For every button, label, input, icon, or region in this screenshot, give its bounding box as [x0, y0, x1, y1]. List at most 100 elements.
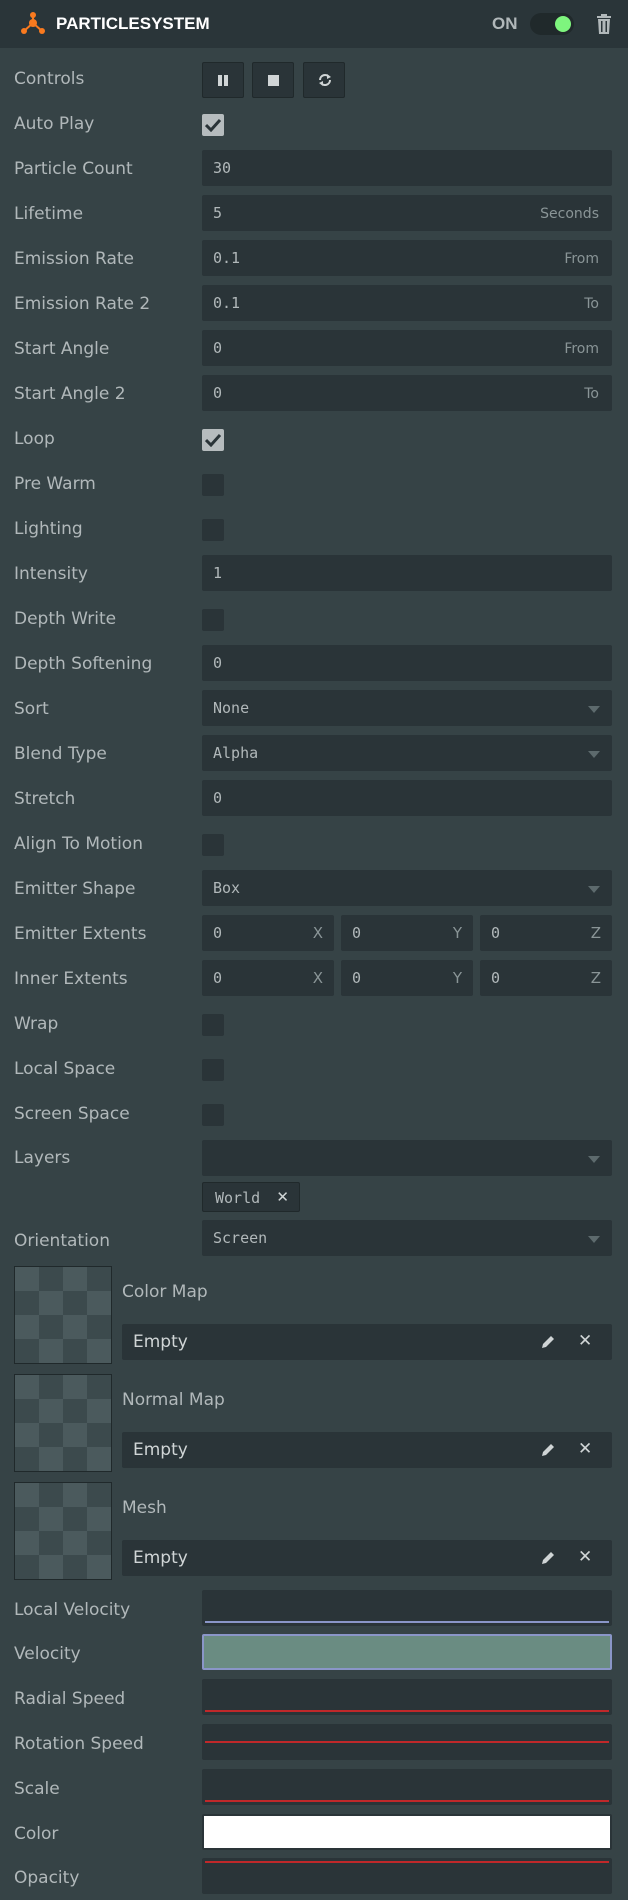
asset-name: Normal Map [122, 1390, 225, 1410]
lifetime-row: Lifetime 5 Seconds [0, 195, 628, 231]
asset-mesh: Mesh Empty ✕ [0, 1482, 628, 1582]
depth-softening-input[interactable]: 0 [202, 645, 612, 681]
emitter-shape-select[interactable]: Box [202, 870, 612, 906]
enable-toggle[interactable] [530, 13, 574, 35]
blend-type-select[interactable]: Alpha [202, 735, 612, 771]
layer-tag-label: World [215, 1189, 261, 1207]
mesh-picker[interactable]: Empty ✕ [122, 1540, 612, 1576]
orientation-select[interactable]: Screen [202, 1220, 612, 1256]
inner-extents-x-input[interactable]: 0X [202, 960, 334, 996]
blend-type-value: Alpha [213, 744, 259, 762]
velocity-label: Velocity [14, 1644, 81, 1664]
normal-map-thumbnail[interactable] [14, 1374, 112, 1472]
orientation-label: Orientation [14, 1231, 110, 1251]
blend-type-label: Blend Type [14, 744, 107, 764]
wrap-checkbox[interactable] [202, 1014, 224, 1036]
opacity-curve[interactable] [202, 1858, 612, 1894]
layer-tag-world: World ✕ [202, 1182, 300, 1212]
normal-map-picker[interactable]: Empty ✕ [122, 1432, 612, 1468]
emitter-extents-x-input[interactable]: 0X [202, 915, 334, 951]
inner-extents-label: Inner Extents [14, 969, 128, 989]
local-velocity-curve[interactable] [202, 1590, 612, 1626]
pre-warm-row: Pre Warm [0, 469, 628, 499]
emitter-extents-y-input[interactable]: 0Y [341, 915, 473, 951]
local-space-checkbox[interactable] [202, 1059, 224, 1081]
close-icon[interactable]: ✕ [578, 1331, 592, 1351]
controls-row: Controls [0, 60, 628, 100]
close-icon[interactable]: ✕ [276, 1188, 289, 1206]
emission-rate-input[interactable]: 0.1 From [202, 240, 612, 276]
local-space-row: Local Space [0, 1054, 628, 1084]
rotation-speed-curve[interactable] [202, 1724, 612, 1760]
lifetime-label: Lifetime [14, 204, 84, 224]
emission-rate2-input[interactable]: 0.1 To [202, 285, 612, 321]
mesh-thumbnail[interactable] [14, 1482, 112, 1580]
color-gradient[interactable] [202, 1814, 612, 1850]
start-angle2-value: 0 [213, 384, 223, 402]
intensity-row: Intensity 1 [0, 555, 628, 591]
rotation-speed-label: Rotation Speed [14, 1734, 144, 1754]
opacity-label: Opacity [14, 1868, 80, 1888]
pencil-icon[interactable] [540, 1442, 556, 1458]
screen-space-row: Screen Space [0, 1099, 628, 1129]
trash-icon[interactable] [596, 14, 612, 34]
chevron-down-icon [588, 1236, 600, 1243]
inner-extents-z-input[interactable]: 0Z [480, 960, 612, 996]
align-to-motion-checkbox[interactable] [202, 834, 224, 856]
color-map-thumbnail[interactable] [14, 1266, 112, 1364]
stretch-value: 0 [213, 789, 223, 807]
scale-label: Scale [14, 1779, 60, 1799]
y-axis-label: Y [452, 924, 462, 942]
inner-extents-row: Inner Extents 0X 0Y 0Z [0, 960, 628, 996]
stretch-label: Stretch [14, 789, 76, 809]
depth-write-checkbox[interactable] [202, 609, 224, 631]
intensity-input[interactable]: 1 [202, 555, 612, 591]
emitter-extents-z-input[interactable]: 0Z [480, 915, 612, 951]
screen-space-checkbox[interactable] [202, 1104, 224, 1126]
sort-select[interactable]: None [202, 690, 612, 726]
layers-select[interactable] [202, 1140, 612, 1176]
close-icon[interactable]: ✕ [578, 1547, 592, 1567]
panel-title: PARTICLESYSTEM [56, 14, 210, 33]
asset-name: Mesh [122, 1498, 167, 1518]
color-label: Color [14, 1824, 59, 1844]
pencil-icon[interactable] [540, 1550, 556, 1566]
emission-rate2-label: Emission Rate 2 [14, 294, 151, 314]
chevron-down-icon [588, 751, 600, 758]
check-icon [205, 118, 221, 132]
close-icon[interactable]: ✕ [578, 1439, 592, 1459]
emission-rate-label: Emission Rate [14, 249, 135, 269]
lifetime-input[interactable]: 5 Seconds [202, 195, 612, 231]
velocity-curve[interactable] [202, 1634, 612, 1670]
inner-extents-y-input[interactable]: 0Y [341, 960, 473, 996]
intensity-label: Intensity [14, 564, 88, 584]
radial-speed-curve[interactable] [202, 1679, 612, 1715]
asset-normal-map: Normal Map Empty ✕ [0, 1374, 628, 1474]
pencil-icon[interactable] [540, 1334, 556, 1350]
y-value: 0 [352, 924, 362, 942]
lighting-checkbox[interactable] [202, 519, 224, 541]
emission-rate-row: Emission Rate 0.1 From [0, 240, 628, 276]
pause-button[interactable] [202, 62, 244, 98]
y-axis-label: Y [452, 969, 462, 987]
stretch-input[interactable]: 0 [202, 780, 612, 816]
chevron-down-icon [588, 886, 600, 893]
color-map-picker[interactable]: Empty ✕ [122, 1324, 612, 1360]
radial-speed-label: Radial Speed [14, 1689, 126, 1709]
stop-button[interactable] [252, 62, 294, 98]
check-icon [205, 433, 221, 447]
blend-type-row: Blend Type Alpha [0, 735, 628, 771]
curve-line [205, 1861, 609, 1863]
local-velocity-label: Local Velocity [14, 1600, 131, 1620]
particle-count-input[interactable]: 30 [202, 150, 612, 186]
emitter-extents-row: Emitter Extents 0X 0Y 0Z [0, 915, 628, 951]
loop-checkbox[interactable] [202, 429, 224, 451]
opacity-row: Opacity [0, 1858, 628, 1894]
orientation-value: Screen [213, 1229, 268, 1247]
start-angle-input[interactable]: 0 From [202, 330, 612, 366]
scale-curve[interactable] [202, 1769, 612, 1805]
reset-button[interactable] [303, 62, 345, 98]
auto-play-checkbox[interactable] [202, 114, 224, 136]
start-angle2-input[interactable]: 0 To [202, 375, 612, 411]
pre-warm-checkbox[interactable] [202, 474, 224, 496]
